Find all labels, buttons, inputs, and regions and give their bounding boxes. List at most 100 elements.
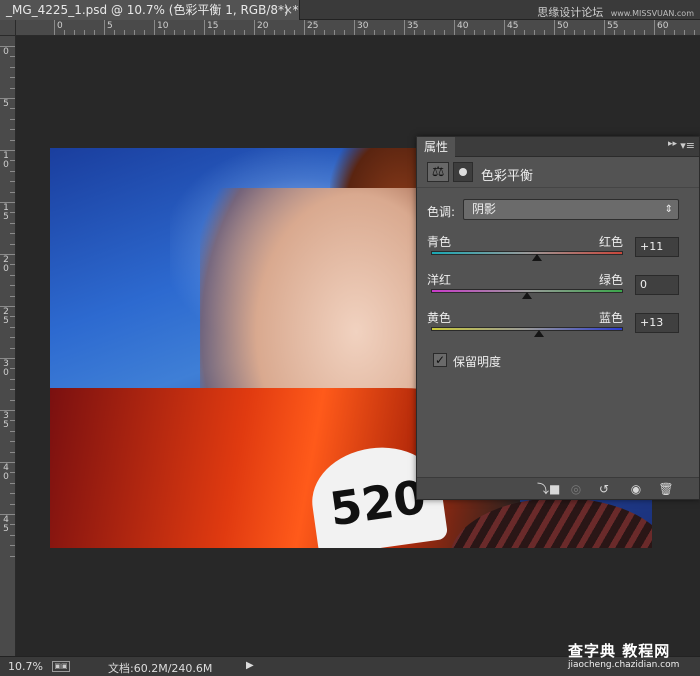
ruler-tick: [574, 30, 575, 35]
ruler-tick: [514, 30, 515, 35]
slider-value-input[interactable]: +13: [635, 313, 679, 333]
properties-panel: 属性 ▸▸ ▾≡ ⚖ 色彩平衡 色调: 阴影 ⇕ 青色 红色 +11 洋红 绿色 0 黄色 蓝…: [416, 136, 700, 500]
ruler-tick: [344, 30, 345, 35]
slider-value-input[interactable]: 0: [635, 275, 679, 295]
tone-select-value: 阴影: [472, 202, 497, 216]
ruler-tick: [324, 30, 325, 35]
ruler-tick: [694, 30, 695, 35]
ruler-tick: [214, 30, 215, 35]
visibility-eye-icon[interactable]: ◉: [627, 481, 645, 497]
collapse-icon[interactable]: ▸▸: [668, 139, 677, 149]
ruler-tick: [194, 30, 195, 35]
view-previous-state-icon[interactable]: ◎: [567, 481, 585, 497]
ruler-tick: [10, 503, 15, 505]
ruler-tick: [544, 30, 545, 35]
watermark-bottom: 查字典 教程网 jiaocheng.chazidian.com: [568, 640, 698, 670]
slider-left-label: 青色: [427, 235, 452, 249]
ruler-horizontal[interactable]: 0 5 10 15 20 25 30 35 40 45 50 55 60: [16, 20, 700, 36]
tone-label: 色调:: [427, 205, 456, 219]
ruler-tick: [654, 20, 655, 35]
ruler-tick: [10, 534, 15, 536]
ruler-tick: [10, 118, 15, 120]
ruler-tick: [10, 555, 15, 557]
ruler-tick: [314, 30, 315, 35]
adjustment-titlebar: ⚖ 色彩平衡: [417, 158, 699, 188]
ruler-tick: [10, 368, 15, 370]
slider-left-label: 洋红: [427, 273, 452, 287]
ruler-tick: [10, 170, 15, 172]
ruler-label: 2 5: [3, 307, 9, 326]
slider-value-input[interactable]: +11: [635, 237, 679, 257]
ruler-tick: [564, 30, 565, 35]
ruler-label: 2 0: [3, 255, 9, 274]
ruler-tick: [124, 30, 125, 35]
ruler-tick: [10, 441, 15, 443]
ruler-label: 0: [3, 47, 9, 57]
ruler-tick: [404, 20, 405, 35]
tone-select[interactable]: 阴影 ⇕: [463, 199, 679, 220]
zoom-level[interactable]: 10.7%: [8, 660, 43, 673]
reset-icon[interactable]: ↺: [595, 481, 613, 497]
slider-thumb[interactable]: [522, 292, 532, 299]
ruler-tick: [10, 451, 15, 453]
ruler-label: 1 5: [3, 203, 9, 222]
ruler-label: 50: [557, 21, 569, 31]
ruler-label: 60: [657, 21, 669, 31]
ruler-tick: [10, 430, 15, 432]
ruler-tick: [354, 20, 355, 35]
ruler-label: 3 0: [3, 359, 9, 378]
ruler-tick: [10, 472, 15, 474]
trash-icon[interactable]: 🗑: [657, 481, 675, 497]
slider-track[interactable]: [431, 251, 623, 255]
ruler-tick: [364, 30, 365, 35]
ruler-tick: [10, 274, 15, 276]
watermark-top: 思缘设计论坛 www.MISSVUAN.com: [537, 4, 694, 20]
ruler-tick: [264, 30, 265, 35]
watermark-bottom-url: jiaocheng.chazidian.com: [568, 660, 680, 670]
slider-thumb[interactable]: [531, 254, 542, 261]
clip-to-layer-icon[interactable]: ⤵■: [537, 481, 560, 497]
close-icon[interactable]: ×: [283, 0, 293, 20]
ruler-tick: [10, 87, 15, 89]
ruler-tick: [304, 20, 305, 35]
ruler-tick: [254, 20, 255, 35]
slider-right-label: 红色: [599, 235, 624, 249]
ruler-tick: [10, 326, 15, 328]
document-tab[interactable]: _MG_4225_1.psd @ 10.7% (色彩平衡 1, RGB/8*) …: [0, 0, 300, 20]
ruler-tick: [394, 30, 395, 35]
ruler-tick: [554, 20, 555, 35]
checkbox-icon[interactable]: ✓: [433, 353, 447, 367]
color-balance-icon[interactable]: ⚖: [427, 162, 449, 182]
ruler-tick: [134, 30, 135, 35]
watermark-top-text: 思缘设计论坛: [537, 6, 604, 19]
ruler-tick: [424, 30, 425, 35]
ruler-tick: [10, 337, 15, 339]
ruler-tick: [584, 30, 585, 35]
layer-mask-icon[interactable]: [453, 162, 473, 182]
slider-track[interactable]: [431, 327, 623, 331]
panel-menu-icon[interactable]: ▾≡: [680, 139, 695, 152]
ruler-label: 30: [357, 21, 369, 31]
panel-header: 属性 ▸▸ ▾≡: [417, 137, 699, 157]
ruler-tick: [414, 30, 415, 35]
color-slider-row: 洋红 绿色 0: [417, 271, 699, 307]
ruler-tick: [494, 30, 495, 35]
select-arrows-icon: ⇕: [664, 204, 673, 215]
ruler-tick: [10, 524, 15, 526]
ruler-corner[interactable]: [0, 20, 16, 36]
ruler-label: 55: [607, 21, 619, 31]
ruler-tick: [294, 30, 295, 35]
adjustment-title: 色彩平衡: [481, 169, 534, 184]
status-menu-arrow-icon[interactable]: ▶: [246, 660, 254, 671]
ruler-tick: [10, 129, 15, 131]
ruler-tick: [104, 20, 105, 35]
ruler-tick: [10, 264, 15, 266]
slider-thumb[interactable]: [533, 330, 544, 337]
ruler-tick: [234, 30, 235, 35]
ruler-tick: [10, 347, 15, 349]
status-info-icon[interactable]: ▣▣: [52, 661, 70, 672]
ruler-vertical[interactable]: 0 5 1 0 1 5 2 0 2 5 3 0 3 5 4 0 4 5: [0, 36, 16, 656]
tab-properties[interactable]: 属性: [417, 137, 455, 157]
document-tab-bar: _MG_4225_1.psd @ 10.7% (色彩平衡 1, RGB/8*) …: [0, 0, 700, 20]
ruler-label: 5: [107, 21, 113, 31]
